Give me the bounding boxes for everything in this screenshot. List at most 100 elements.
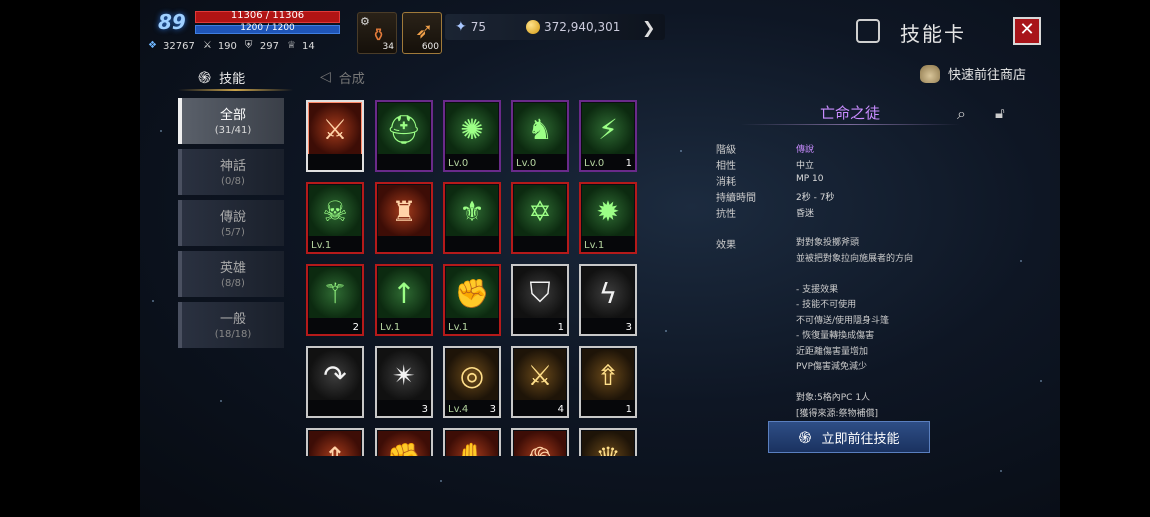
skill-card[interactable]: ♛ [579, 428, 637, 456]
skill-card[interactable]: ✊ Lv.1 [443, 264, 501, 336]
close-icon: ✕ [1019, 19, 1035, 40]
effect-line: - 技能不可使用 [796, 300, 857, 310]
skill-card[interactable]: ◎ Lv.4 3 [443, 346, 501, 418]
skill-card-footer: 4 [513, 400, 567, 416]
fist-icon: ✋ [446, 431, 498, 456]
lightning-icon: ϟ [582, 267, 634, 319]
skill-card-footer: 1 [513, 318, 567, 334]
card-count: 3 [625, 322, 632, 333]
tab-skill[interactable]: ֍ 技能 [198, 64, 245, 90]
chevron-right-icon[interactable]: ❯ [642, 18, 655, 37]
skill-card[interactable]: ֍ [511, 428, 569, 456]
skill-card[interactable]: ✋ [443, 428, 501, 456]
skill-card-footer: Lv.4 3 [445, 400, 499, 416]
skill-level: Lv.4 [448, 404, 469, 415]
attr-label-affinity: 相性 [716, 161, 736, 172]
category-all[interactable]: 全部 (31/41) [178, 98, 284, 144]
wing-icon: ❖ [148, 40, 157, 51]
crown-icon: ♛ [582, 431, 634, 456]
card-count: 4 [557, 404, 564, 415]
title-divider [740, 124, 960, 125]
card-count: 3 [421, 404, 428, 415]
skill-card[interactable]: ♜ [375, 182, 433, 254]
attr-value-resist: 昏迷 [796, 209, 815, 219]
skill-level: Lv.1 [380, 322, 401, 333]
effect-line: 近距離傷害量增加 [796, 346, 869, 357]
card-count: 1 [557, 322, 564, 333]
skill-level: Lv.0 [584, 158, 605, 169]
muscle-up-icon: ↑ [378, 267, 430, 319]
skill-card[interactable]: ⇮ 1 [579, 346, 637, 418]
skill-name: 亡命之徒 [819, 104, 880, 122]
skill-card-footer: Lv.1 [308, 236, 362, 252]
blade-slash-icon: ⚔ [309, 103, 361, 155]
skill-card[interactable]: ⛑ [375, 100, 433, 172]
attr-value-duration: 2秒 - 7秒 [796, 193, 835, 203]
skill-card[interactable]: ✴ 3 [375, 346, 433, 418]
skill-card[interactable]: ⇑ [306, 428, 364, 456]
triple-sword-icon: ⚚ [309, 267, 361, 319]
close-button[interactable]: ✕ [1013, 17, 1041, 45]
warrior-icon: ♞ [514, 103, 566, 155]
item-slot-feather[interactable]: ➶ 600 [402, 12, 442, 54]
hook-arrow-icon: ↷ [309, 349, 361, 401]
skill-card[interactable]: ⚡ Lv.0 1 [579, 100, 637, 172]
search-icon[interactable]: ⌕ [957, 104, 966, 124]
skill-card[interactable]: ✡ [511, 182, 569, 254]
skill-card[interactable]: ✺ Lv.0 [443, 100, 501, 172]
gold-coin-icon [526, 20, 541, 34]
category-myth[interactable]: 神話 (0/8) [178, 149, 284, 195]
skill-level: Lv.1 [448, 322, 469, 333]
skill-card[interactable]: ✊ [375, 428, 433, 456]
lock-icon[interactable]: 🔓︎ [995, 104, 1005, 122]
game-screen: 89 11306 / 11306 1200 / 1200 ❖ 32767 ⚔ 190… [140, 0, 1060, 517]
effect-line: 不可傳送/使用隱身斗篷 [796, 315, 890, 326]
stat-trophy: ♕ 14 [287, 40, 315, 52]
player-stats: ❖ 32767 ⚔ 190 ⛨ 297 ♕ 14 [148, 40, 315, 52]
category-legend[interactable]: 傳說 (5/7) [178, 200, 284, 246]
skill-card[interactable]: ⚔ 4 [511, 346, 569, 418]
attr-label-cost: 消耗 [716, 177, 736, 188]
skill-card[interactable]: ☠ Lv.1 [306, 182, 364, 254]
skill-card-footer: 1 [581, 400, 635, 416]
tab-synthesis[interactable]: ◁ 合成 [320, 64, 365, 90]
category-normal[interactable]: 一般 (18/18) [178, 302, 284, 348]
fists-icon: ✊ [446, 267, 498, 319]
skill-card[interactable]: ⚜ [443, 182, 501, 254]
skill-card[interactable]: ✹ Lv.1 [579, 182, 637, 254]
hp-text: 11306 / 11306 [230, 10, 305, 21]
effect-line: PVP傷害減免減少 [796, 362, 868, 372]
skill-card[interactable]: ♞ Lv.0 [511, 100, 569, 172]
go-to-skill-button[interactable]: ֍ 立即前往技能 [768, 421, 930, 453]
skill-card[interactable]: ⚔ [306, 100, 364, 172]
stat-defense: ⛨ 297 [244, 40, 279, 52]
skill-card[interactable]: ⛉ 1 [511, 264, 569, 336]
gear-icon[interactable]: ⚙ [360, 15, 370, 28]
sword-icon: ⚔ [202, 40, 212, 51]
skill-card-footer: Lv.1 [581, 236, 635, 252]
skill-card[interactable]: ↑ Lv.1 [375, 264, 433, 336]
card-count: 3 [489, 404, 496, 415]
skill-card-footer: Lv.0 [513, 154, 567, 170]
quick-shop-link[interactable]: 快速前往商店 [920, 64, 1026, 83]
category-hero[interactable]: 英雄 (8/8) [178, 251, 284, 297]
active-tab-underline [178, 89, 293, 91]
gold-balance: 372,940,301 [526, 20, 620, 34]
sword-strike-icon: ⚡ [582, 103, 634, 155]
skill-card[interactable]: ϟ3 [579, 264, 637, 336]
skill-card[interactable]: ↷ [306, 346, 364, 418]
skill-card-footer: Lv.1 [377, 318, 431, 334]
swirl-icon: ֍ [514, 431, 566, 456]
item-slot-potion[interactable]: ⚙ ⚱ 34 [357, 12, 397, 54]
helm-icon: ⛑ [378, 103, 430, 155]
skill-card-footer [308, 400, 362, 416]
punch-icon: ✊ [378, 431, 430, 456]
skill-level: Lv.0 [448, 158, 469, 169]
power-up-icon: ⇮ [582, 349, 634, 401]
effect-line: - 支援效果 [796, 284, 839, 295]
skill-card[interactable]: ⚚ 2 [306, 264, 364, 336]
synthesis-icon: ◁ [320, 69, 331, 85]
crystal-icon: ✦ [455, 19, 467, 35]
burst-icon: ✺ [446, 103, 498, 155]
stat-attack: ⚔ 190 [202, 40, 237, 52]
